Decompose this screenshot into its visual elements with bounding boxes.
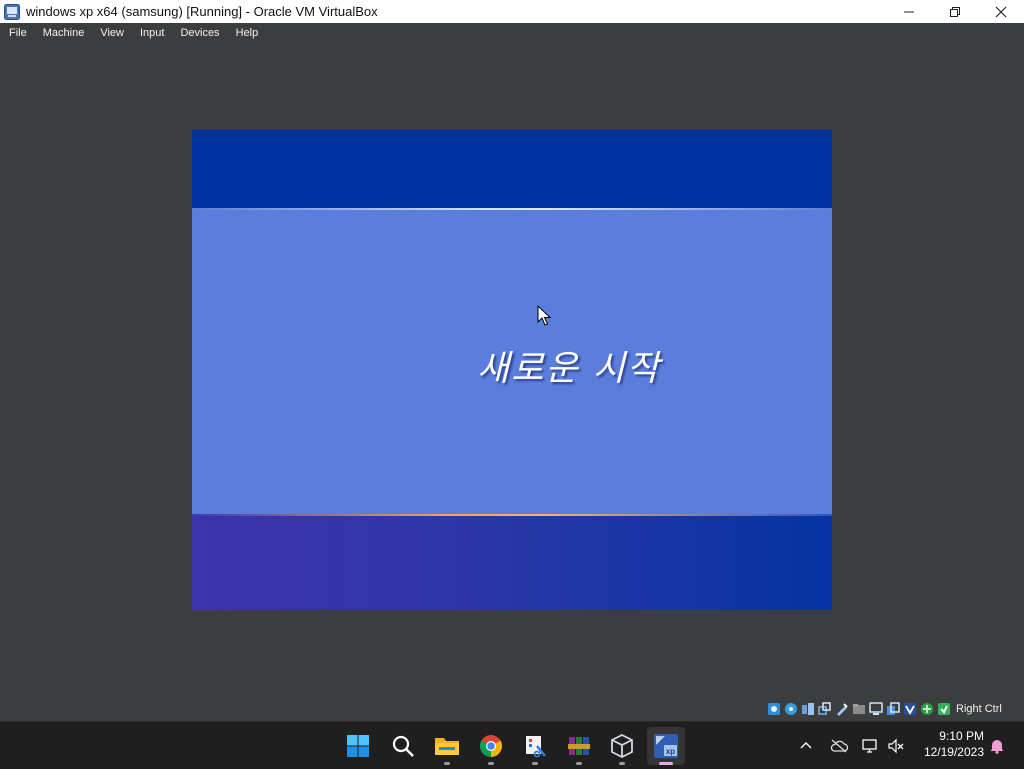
search-icon <box>392 735 414 757</box>
optical-drive-icon[interactable] <box>784 702 798 716</box>
notification-bell-icon <box>990 739 1004 754</box>
cloud-off-icon <box>830 739 848 752</box>
keyboard-icon[interactable] <box>937 702 951 716</box>
minimize-icon <box>904 11 914 12</box>
menu-view[interactable]: View <box>91 27 131 39</box>
vm-display[interactable]: 새로운 시작 <box>192 130 832 610</box>
virtualbox-vm-icon <box>4 3 20 20</box>
maximize-button[interactable] <box>932 0 978 23</box>
chrome-button[interactable] <box>472 727 510 765</box>
usb-icon[interactable] <box>835 702 849 716</box>
running-indicator <box>619 762 625 765</box>
file-explorer-icon <box>435 738 459 755</box>
running-indicator <box>532 762 538 765</box>
minimize-button[interactable] <box>886 0 932 23</box>
volume-muted-icon <box>888 738 904 753</box>
windows-xp-vm-icon: xp <box>654 734 678 758</box>
file-explorer-button[interactable] <box>428 727 466 765</box>
show-hidden-icons-button[interactable] <box>796 722 816 769</box>
start-button[interactable] <box>339 727 377 765</box>
chrome-icon <box>480 735 502 757</box>
clock-time: 9:10 PM <box>939 729 984 743</box>
menu-machine[interactable]: Machine <box>34 27 92 39</box>
menu-bar: File Machine View Input Devices Help <box>0 23 1024 42</box>
welcome-bottom-band <box>192 516 832 610</box>
snipping-tool-button[interactable] <box>516 727 554 765</box>
running-indicator <box>444 762 450 765</box>
virtualbox-icon <box>611 734 633 758</box>
windows-start-icon <box>347 735 369 757</box>
display-icon[interactable] <box>869 701 883 716</box>
mouse-cursor-icon <box>537 305 551 326</box>
maximize-icon <box>950 6 960 17</box>
menu-input[interactable]: Input <box>131 27 171 39</box>
shared-folders-icon[interactable] <box>852 702 866 716</box>
menu-file[interactable]: File <box>0 27 34 39</box>
audio-icon[interactable] <box>801 702 815 716</box>
network-icon[interactable] <box>818 701 832 716</box>
search-button[interactable] <box>384 727 422 765</box>
window-title: windows xp x64 (samsung) [Running] - Ora… <box>26 4 378 19</box>
mouse-integration-icon[interactable] <box>920 702 934 716</box>
onedrive-button[interactable] <box>828 722 850 769</box>
clock-date: 12/19/2023 <box>923 745 984 759</box>
running-indicator <box>576 762 582 765</box>
active-indicator <box>659 762 673 765</box>
recording-icon[interactable] <box>886 701 900 716</box>
virtualbox-button[interactable] <box>603 727 641 765</box>
welcome-top-band <box>192 130 832 208</box>
close-button[interactable] <box>978 0 1024 23</box>
windows-xp-vm-button[interactable]: xp <box>647 727 685 765</box>
running-indicator <box>488 762 494 765</box>
network-monitor-icon <box>862 738 877 753</box>
volume-button[interactable] <box>885 722 907 769</box>
winrar-button[interactable] <box>560 727 598 765</box>
window-controls <box>886 0 1024 23</box>
menu-help[interactable]: Help <box>227 27 266 39</box>
vm-status-bar: Right Ctrl <box>767 699 1002 718</box>
host-key-label: Right Ctrl <box>956 702 1002 715</box>
chevron-up-icon <box>800 741 812 748</box>
clock[interactable]: 9:10 PM 12/19/2023 <box>916 729 984 760</box>
welcome-text: 새로운 시작 <box>477 349 662 389</box>
close-icon <box>995 6 1007 17</box>
virtualization-icon[interactable] <box>903 702 917 716</box>
snipping-tool-icon <box>526 736 546 758</box>
window-title-bar: windows xp x64 (samsung) [Running] - Ora… <box>0 0 1024 23</box>
winrar-icon <box>568 737 590 755</box>
taskbar: xp 9:10 PM 12/19/2023 <box>0 721 1024 769</box>
notifications-button[interactable] <box>986 722 1008 769</box>
menu-devices[interactable]: Devices <box>171 27 226 39</box>
network-button[interactable] <box>859 722 881 769</box>
hard-disk-icon[interactable] <box>767 702 781 716</box>
svg-text:xp: xp <box>666 747 675 756</box>
